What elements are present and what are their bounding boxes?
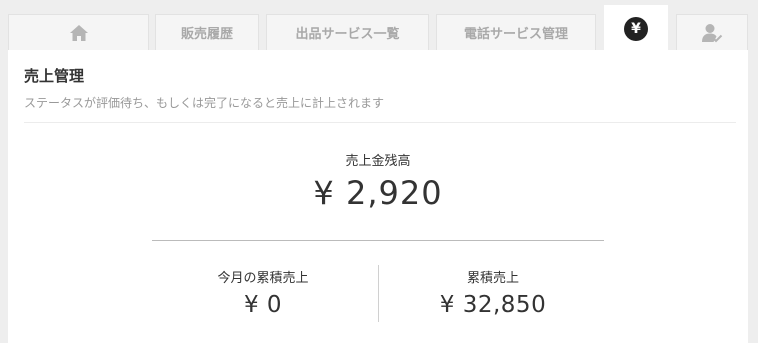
- cumulative-sales-label: 累積売上: [466, 271, 519, 286]
- page-title: 売上管理: [24, 67, 85, 85]
- yen-icon-glyph: ¥: [631, 20, 641, 37]
- tab-sales[interactable]: ¥: [604, 5, 668, 51]
- balance-value: ¥ 2,920: [313, 174, 443, 212]
- header-divider: [24, 122, 736, 123]
- monthly-sales-label: 今月の累積売上: [217, 271, 309, 286]
- page-subtitle: ステータスが評価待ち、もしくは完了になると売上に計上されます: [24, 96, 385, 110]
- tab-home[interactable]: [8, 14, 149, 50]
- tab-bar: 販売履歴 出品サービス一覧 電話サービス管理 ¥: [0, 0, 758, 51]
- sales-panel: 売上管理 ステータスが評価待ち、もしくは完了になると売上に計上されます 売上金残…: [8, 50, 748, 343]
- tab-services-label: 出品サービス一覧: [295, 27, 400, 42]
- cumulative-sales-value: ¥ 32,850: [439, 292, 547, 318]
- tab-phone[interactable]: 電話サービス管理: [436, 14, 596, 50]
- summary-divider: [152, 240, 604, 241]
- tab-profile[interactable]: [676, 14, 748, 50]
- cumulative-sales: 累積売上 ¥ 32,850: [379, 267, 607, 318]
- home-icon: [69, 24, 89, 42]
- tab-sales-history-label: 販売履歴: [180, 27, 233, 42]
- tab-services[interactable]: 出品サービス一覧: [266, 14, 429, 50]
- monthly-sales-value: ¥ 0: [243, 292, 283, 318]
- tab-sales-history[interactable]: 販売履歴: [155, 14, 259, 50]
- user-check-icon: [701, 23, 723, 43]
- monthly-sales: 今月の累積売上 ¥ 0: [149, 267, 377, 318]
- tab-phone-label: 電話サービス管理: [463, 27, 568, 42]
- yen-icon: ¥: [624, 16, 648, 41]
- balance-label: 売上金残高: [345, 154, 411, 169]
